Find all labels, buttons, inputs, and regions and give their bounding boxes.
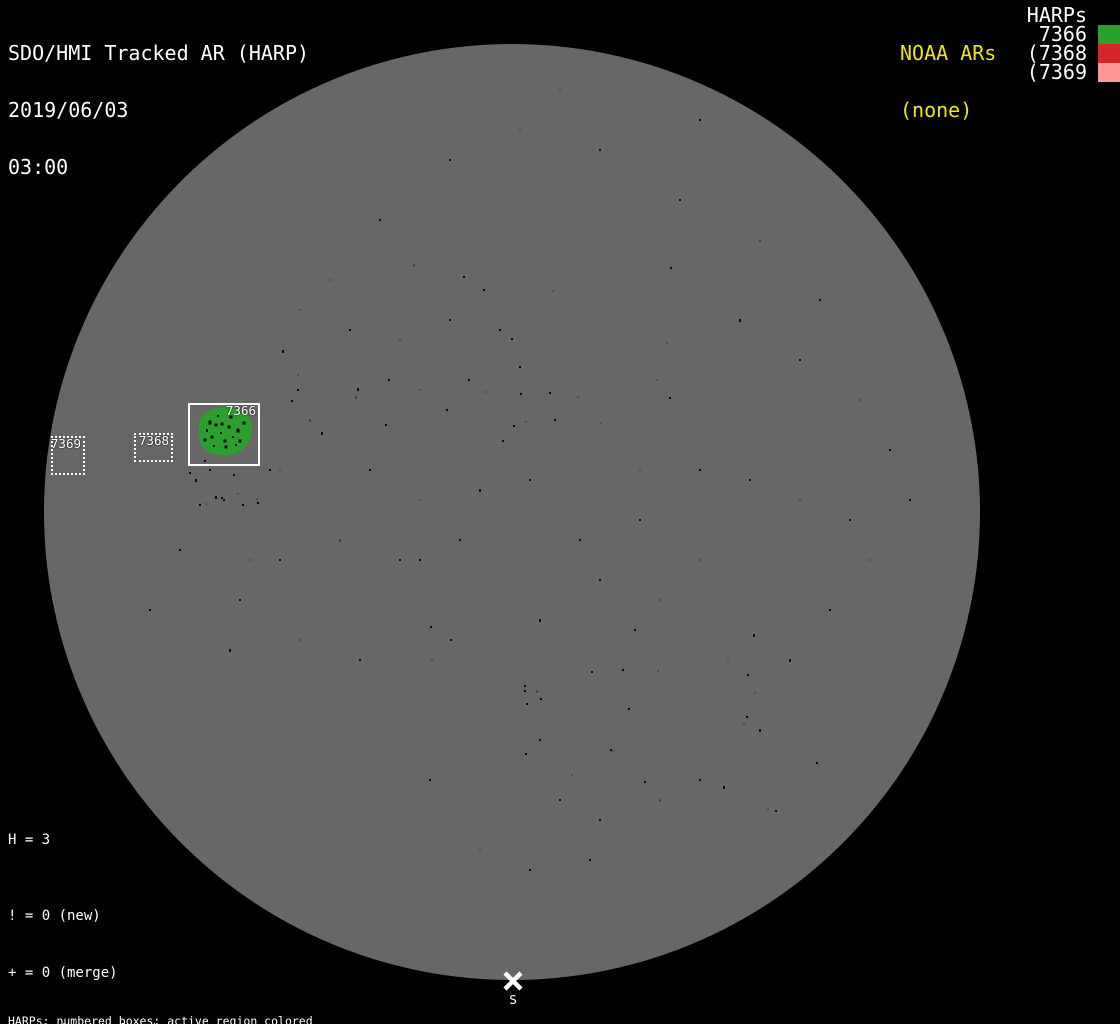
noaa-ars-block: NOAA ARs (none) bbox=[900, 6, 996, 158]
harp-color-swatch bbox=[1098, 25, 1120, 44]
south-pole-label: S bbox=[503, 992, 523, 1007]
harp-region-label: 7368 bbox=[139, 435, 169, 447]
harps-legend-row: (7369 bbox=[1027, 63, 1120, 82]
harp-region-label: 7366 bbox=[226, 405, 256, 417]
harp-color-swatch bbox=[1098, 63, 1120, 82]
harp-count: H = 3 bbox=[8, 831, 50, 850]
harp-map-screen: 7366 7368 7369 SDO/HMI Tracked AR (HARP)… bbox=[0, 0, 1120, 1024]
harps-legend: HARPs 7366 (7368 (7369 bbox=[1027, 6, 1120, 82]
harp-region-label: 7369 bbox=[51, 438, 81, 450]
harp-region-box-7368: 7368 bbox=[134, 433, 173, 462]
footnote-harps: HARPs: numbered boxes; active region col… bbox=[8, 1015, 410, 1024]
harp-region-box-7366: 7366 bbox=[188, 403, 260, 466]
observation-date: 2019/06/03 bbox=[8, 101, 309, 120]
footnotes: HARPs: numbered boxes; active region col… bbox=[8, 991, 410, 1024]
harp-color-swatch bbox=[1098, 44, 1120, 63]
harp-region-box-7369: 7369 bbox=[51, 436, 85, 475]
legend-line-new: ! = 0 (new) bbox=[8, 907, 168, 926]
observation-time: 03:00 bbox=[8, 158, 309, 177]
page-title: SDO/HMI Tracked AR (HARP) bbox=[8, 44, 309, 63]
south-pole-cross-icon bbox=[505, 973, 521, 989]
harp-number: (7369 bbox=[1027, 63, 1087, 82]
title-block: SDO/HMI Tracked AR (HARP) 2019/06/03 03:… bbox=[8, 6, 309, 215]
legend-line-merge: + = 0 (merge) bbox=[8, 964, 168, 983]
noaa-ars-heading: NOAA ARs bbox=[900, 44, 996, 63]
noaa-ars-value: (none) bbox=[900, 101, 996, 120]
